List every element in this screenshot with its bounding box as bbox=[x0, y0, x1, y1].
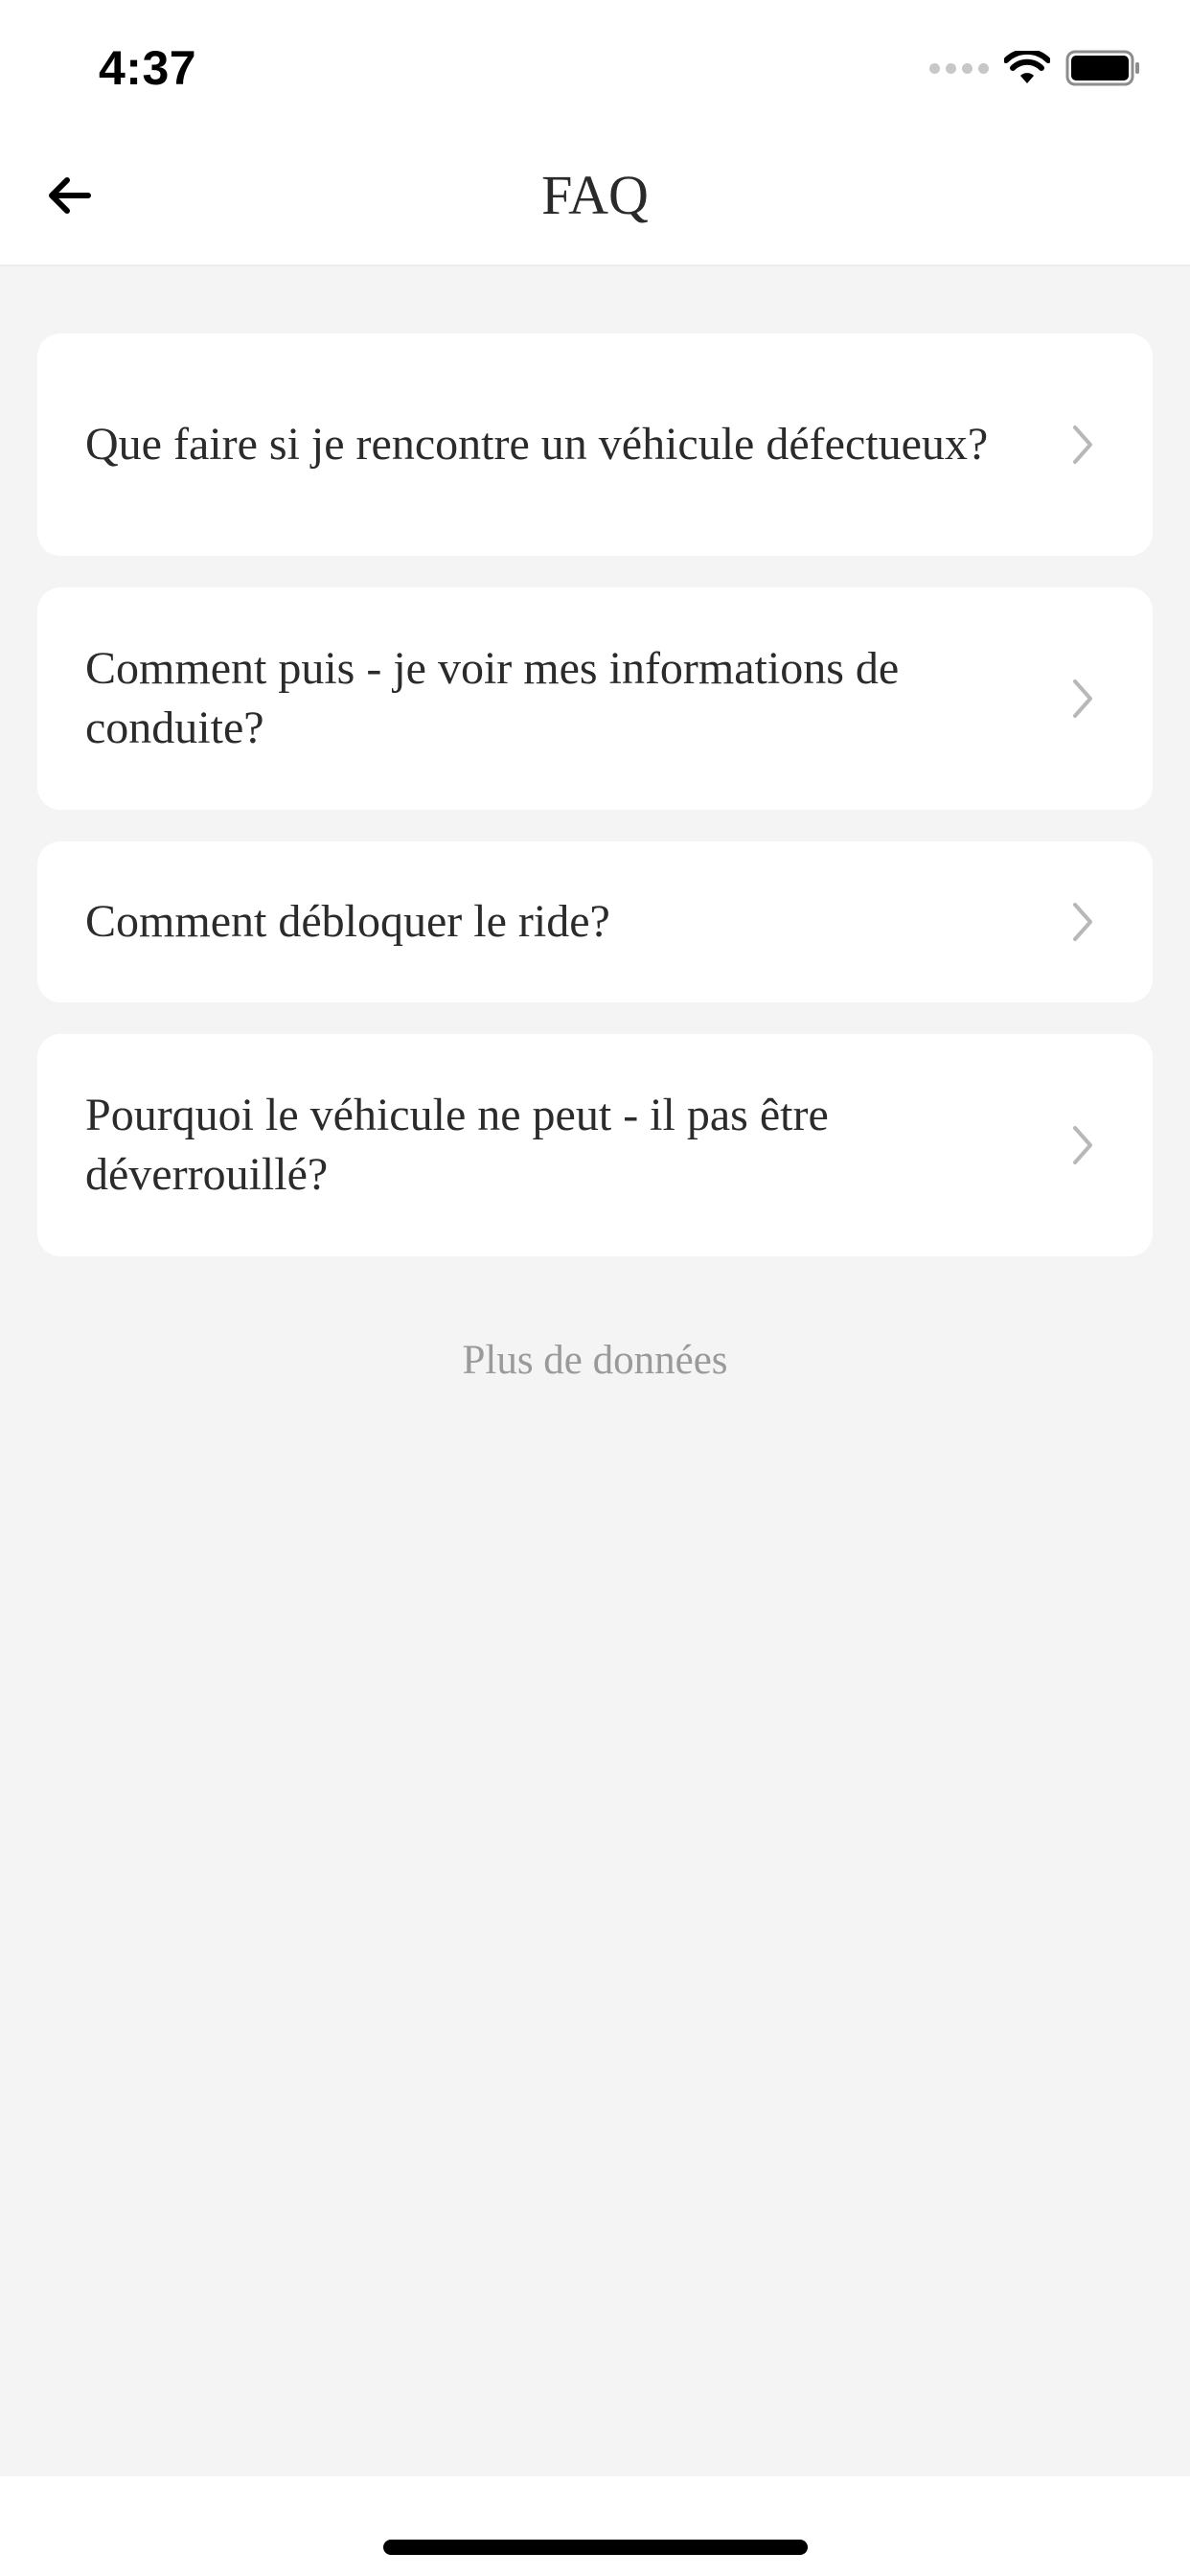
battery-icon bbox=[1065, 50, 1139, 86]
chevron-right-icon bbox=[1065, 678, 1100, 720]
cellular-signal-icon bbox=[929, 62, 989, 74]
page-title: FAQ bbox=[541, 164, 649, 226]
navigation-bar: FAQ bbox=[0, 134, 1190, 266]
faq-item[interactable]: Que faire si je rencontre un véhicule dé… bbox=[37, 334, 1153, 556]
faq-question: Pourquoi le véhicule ne peut - il pas êt… bbox=[85, 1090, 829, 1200]
status-bar: 4:37 bbox=[0, 0, 1190, 134]
chevron-right-icon bbox=[1065, 901, 1100, 943]
faq-item[interactable]: Comment débloquer le ride? bbox=[37, 841, 1153, 1002]
faq-question: Comment puis - je voir mes informations … bbox=[85, 643, 900, 753]
status-time: 4:37 bbox=[99, 41, 197, 95]
faq-question: Que faire si je rencontre un véhicule dé… bbox=[85, 419, 989, 470]
faq-item[interactable]: Pourquoi le véhicule ne peut - il pas êt… bbox=[37, 1034, 1153, 1256]
faq-list: Que faire si je rencontre un véhicule dé… bbox=[37, 334, 1153, 1288]
faq-item[interactable]: Comment puis - je voir mes informations … bbox=[37, 587, 1153, 810]
chevron-right-icon bbox=[1065, 424, 1100, 466]
load-more-link[interactable]: Plus de données bbox=[0, 1337, 1190, 1384]
wifi-icon bbox=[1004, 51, 1050, 83]
faq-question: Comment débloquer le ride? bbox=[85, 896, 610, 947]
status-indicators bbox=[929, 50, 1142, 86]
chevron-right-icon bbox=[1065, 1124, 1100, 1166]
home-indicator[interactable] bbox=[383, 2540, 808, 2555]
home-indicator-area bbox=[0, 2476, 1190, 2576]
